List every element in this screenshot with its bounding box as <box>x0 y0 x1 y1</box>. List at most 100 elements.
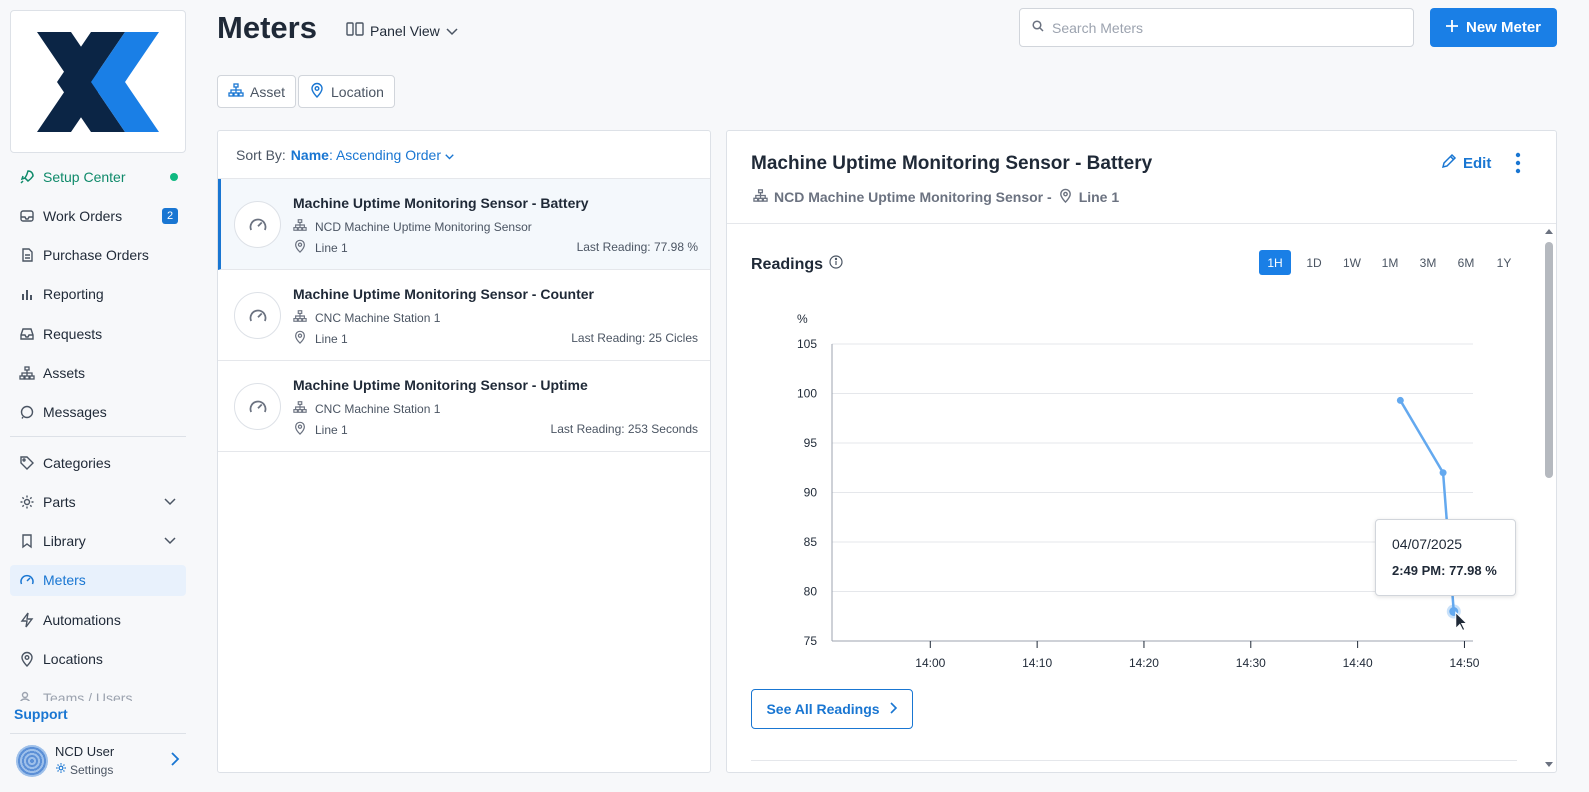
data-point <box>1396 396 1404 404</box>
y-tick-label: 100 <box>797 387 817 401</box>
sidebar-item-parts[interactable]: Parts <box>10 486 186 517</box>
location-pin-icon <box>293 330 307 347</box>
sidebar-item-work-orders[interactable]: Work Orders 2 <box>10 200 186 231</box>
sidebar-item-automations[interactable]: Automations <box>10 604 186 635</box>
meter-location: Line 1 <box>293 239 348 256</box>
detail-location-link[interactable]: Line 1 <box>1079 189 1119 205</box>
sidebar-item-label: Messages <box>43 404 107 421</box>
chevron-right-icon <box>889 701 898 717</box>
sidebar-item-meters[interactable]: Meters <box>10 564 186 596</box>
new-meter-button[interactable]: New Meter <box>1430 8 1557 47</box>
search-box[interactable] <box>1019 8 1414 47</box>
sort-prefix: Sort By: <box>236 146 286 163</box>
scroll-down-icon[interactable] <box>1542 760 1556 770</box>
meter-name: Machine Uptime Monitoring Sensor - Batte… <box>293 195 589 211</box>
meter-location: Line 1 <box>293 330 348 347</box>
chevron-right-icon[interactable] <box>170 752 180 771</box>
meter-detail-panel: Machine Uptime Monitoring Sensor - Batte… <box>726 130 1557 773</box>
range-1d-button[interactable]: 1D <box>1295 250 1333 275</box>
chevron-down-icon <box>445 147 454 163</box>
gauge-icon <box>234 383 281 430</box>
list-item[interactable]: Machine Uptime Monitoring Sensor - Uptim… <box>218 361 710 452</box>
location-pin-icon <box>1058 188 1073 206</box>
scroll-up-icon[interactable] <box>1542 226 1556 236</box>
scrollbar[interactable] <box>1542 224 1556 772</box>
user-profile[interactable]: NCD User Settings <box>10 733 186 787</box>
sidebar-item-teams-users[interactable]: Teams / Users <box>10 683 186 701</box>
tray-icon <box>18 325 36 343</box>
kebab-icon <box>1515 152 1521 174</box>
readings-title: Readings <box>751 255 843 274</box>
meter-asset-label: NCD Machine Uptime Monitoring Sensor <box>315 219 532 234</box>
sidebar-item-reporting[interactable]: Reporting <box>10 279 186 310</box>
sidebar-item-locations[interactable]: Locations <box>10 644 186 675</box>
gauge-icon <box>234 201 281 248</box>
meter-list-panel: Sort By: Name : Ascending Order Machine … <box>217 130 711 773</box>
document-icon <box>18 246 36 264</box>
range-6m-button[interactable]: 6M <box>1447 250 1485 275</box>
y-tick-label: 90 <box>804 486 818 500</box>
brand-logo[interactable] <box>10 10 186 153</box>
range-1m-button[interactable]: 1M <box>1371 250 1409 275</box>
range-3m-button[interactable]: 3M <box>1409 250 1447 275</box>
list-item[interactable]: Machine Uptime Monitoring Sensor - Count… <box>218 270 710 361</box>
readings-label: Readings <box>751 255 824 273</box>
sort-control[interactable]: Sort By: Name : Ascending Order <box>218 131 710 179</box>
chevron-down-icon <box>446 23 458 39</box>
tag-icon <box>18 454 36 472</box>
range-1w-button[interactable]: 1W <box>1333 250 1371 275</box>
meter-location-label: Line 1 <box>315 422 348 437</box>
y-tick-label: 75 <box>804 634 818 648</box>
sidebar-item-purchase-orders[interactable]: Purchase Orders <box>10 240 186 271</box>
meter-location-label: Line 1 <box>315 331 348 346</box>
sidebar-item-label: Teams / Users <box>43 690 133 701</box>
scroll-thumb[interactable] <box>1545 242 1553 478</box>
edit-button[interactable]: Edit <box>1441 153 1491 173</box>
inbox-icon <box>18 207 36 225</box>
sidebar-item-categories[interactable]: Categories <box>10 447 186 478</box>
last-reading: Last Reading: 25 Cicles <box>571 331 698 345</box>
see-all-readings-button[interactable]: See All Readings <box>751 689 913 729</box>
chevron-down-icon[interactable] <box>164 534 176 548</box>
location-pin-icon <box>293 421 307 438</box>
data-point <box>1439 469 1447 477</box>
user-settings-link[interactable]: Settings <box>55 762 114 777</box>
list-item[interactable]: Machine Uptime Monitoring Sensor - Batte… <box>218 179 710 270</box>
info-icon[interactable] <box>829 255 843 274</box>
view-switcher[interactable]: Panel View <box>346 22 458 39</box>
page-title: Meters <box>217 10 317 45</box>
logo-icon <box>37 31 159 132</box>
settings-label: Settings <box>70 762 114 777</box>
sidebar-item-setup-center[interactable]: Setup Center <box>10 161 186 192</box>
sidebar-item-messages[interactable]: Messages <box>10 397 186 428</box>
readings-chart[interactable]: % 75 80 85 90 95 100 105 14:00 14:10 14:20 14:30 14:… <box>767 306 1487 676</box>
meter-location: Line 1 <box>293 421 348 438</box>
more-options-button[interactable] <box>1513 151 1523 180</box>
hierarchy-icon <box>228 82 244 101</box>
bookmark-icon <box>18 532 36 550</box>
y-tick-label: 80 <box>804 585 818 599</box>
filter-label: Location <box>331 83 384 100</box>
asset-filter-button[interactable]: Asset <box>217 75 297 108</box>
sidebar-item-library[interactable]: Library <box>10 526 186 557</box>
sidebar-item-assets[interactable]: Assets <box>10 357 186 388</box>
new-meter-label: New Meter <box>1465 19 1542 36</box>
meter-asset: NCD Machine Uptime Monitoring Sensor <box>293 218 532 235</box>
detail-asset-link[interactable]: NCD Machine Uptime Monitoring Sensor - <box>774 189 1052 205</box>
hierarchy-icon <box>18 364 36 382</box>
edit-label: Edit <box>1463 154 1492 172</box>
sidebar-item-label: Automations <box>43 611 121 628</box>
location-pin-icon <box>293 239 307 256</box>
sidebar-item-requests[interactable]: Requests <box>10 318 186 349</box>
range-1y-button[interactable]: 1Y <box>1485 250 1523 275</box>
meter-asset: CNC Machine Station 1 <box>293 309 440 326</box>
status-dot <box>170 172 178 181</box>
search-input[interactable] <box>1052 19 1392 36</box>
y-tick-label: 85 <box>804 535 818 549</box>
users-icon <box>18 689 36 701</box>
location-filter-button[interactable]: Location <box>298 75 395 108</box>
chevron-down-icon[interactable] <box>164 495 176 509</box>
support-link[interactable]: Support <box>14 706 68 722</box>
range-1h-button[interactable]: 1H <box>1259 250 1291 275</box>
x-tick-label: 14:40 <box>1343 656 1373 670</box>
